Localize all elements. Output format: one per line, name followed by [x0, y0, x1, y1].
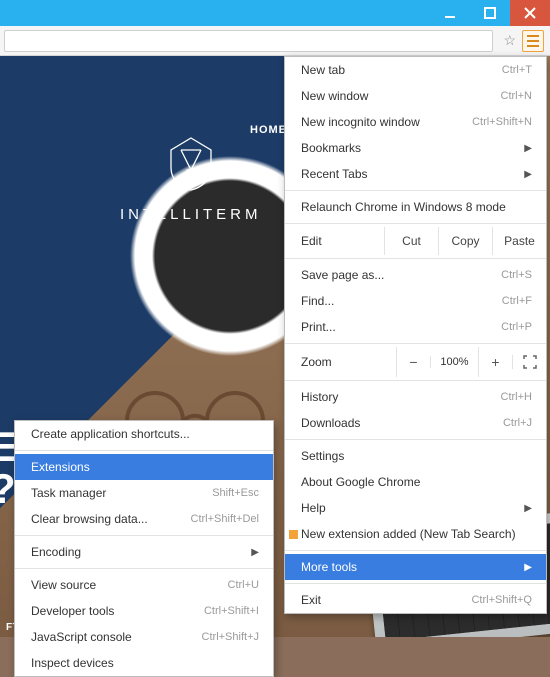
menu-history[interactable]: HistoryCtrl+H [285, 384, 546, 410]
menu-zoom-row: Zoom − 100% + [285, 347, 546, 377]
bookmark-star-icon[interactable]: ☆ [503, 32, 516, 49]
menu-more-tools[interactable]: More tools▶ [285, 554, 546, 580]
zoom-value: 100% [430, 356, 478, 368]
copy-button[interactable]: Copy [438, 227, 492, 255]
chevron-right-icon: ▶ [524, 562, 532, 573]
menu-recent-tabs[interactable]: Recent Tabs▶ [285, 161, 546, 187]
menu-new-extension-added[interactable]: New extension added (New Tab Search) [285, 521, 546, 547]
submenu-javascript-console[interactable]: JavaScript consoleCtrl+Shift+J [15, 624, 273, 650]
nav-home[interactable]: HOME [250, 124, 287, 136]
submenu-clear-browsing-data[interactable]: Clear browsing data...Ctrl+Shift+Del [15, 506, 273, 532]
menu-about[interactable]: About Google Chrome [285, 469, 546, 495]
menu-button[interactable] [522, 30, 544, 52]
menu-edit-row: Edit Cut Copy Paste [285, 227, 546, 255]
chevron-right-icon: ▶ [524, 169, 532, 180]
submenu-developer-tools[interactable]: Developer toolsCtrl+Shift+I [15, 598, 273, 624]
menu-downloads[interactable]: DownloadsCtrl+J [285, 410, 546, 436]
submenu-inspect-devices[interactable]: Inspect devices [15, 650, 273, 676]
maximize-button[interactable] [470, 0, 510, 26]
submenu-extensions[interactable]: Extensions [15, 454, 273, 480]
menu-bookmarks[interactable]: Bookmarks▶ [285, 135, 546, 161]
fullscreen-button[interactable] [512, 355, 546, 369]
address-bar[interactable] [4, 30, 493, 52]
menu-new-tab[interactable]: New tabCtrl+T [285, 57, 546, 83]
menu-save-page[interactable]: Save page as...Ctrl+S [285, 262, 546, 288]
submenu-encoding[interactable]: Encoding▶ [15, 539, 273, 565]
menu-help[interactable]: Help▶ [285, 495, 546, 521]
menu-incognito[interactable]: New incognito windowCtrl+Shift+N [285, 109, 546, 135]
menu-find[interactable]: Find...Ctrl+F [285, 288, 546, 314]
menu-settings[interactable]: Settings [285, 443, 546, 469]
chevron-right-icon: ▶ [524, 503, 532, 514]
zoom-in-button[interactable]: + [478, 347, 512, 377]
chevron-right-icon: ▶ [524, 143, 532, 154]
window-titlebar [0, 0, 550, 26]
more-tools-submenu: Create application shortcuts... Extensio… [14, 420, 274, 677]
menu-print[interactable]: Print...Ctrl+P [285, 314, 546, 340]
submenu-view-source[interactable]: View sourceCtrl+U [15, 572, 273, 598]
close-button[interactable] [510, 0, 550, 26]
chevron-right-icon: ▶ [251, 547, 259, 558]
menu-relaunch-win8[interactable]: Relaunch Chrome in Windows 8 mode [285, 194, 546, 220]
minimize-button[interactable] [430, 0, 470, 26]
paste-button[interactable]: Paste [492, 227, 546, 255]
edit-label: Edit [285, 227, 384, 255]
zoom-out-button[interactable]: − [396, 347, 430, 377]
submenu-task-manager[interactable]: Task managerShift+Esc [15, 480, 273, 506]
site-logo: INTELLITERM [120, 136, 262, 223]
menu-exit[interactable]: ExitCtrl+Shift+Q [285, 587, 546, 613]
menu-new-window[interactable]: New windowCtrl+N [285, 83, 546, 109]
chrome-main-menu: New tabCtrl+T New windowCtrl+N New incog… [284, 56, 547, 614]
browser-toolbar: ☆ [0, 26, 550, 56]
submenu-create-shortcuts[interactable]: Create application shortcuts... [15, 421, 273, 447]
zoom-label: Zoom [285, 355, 396, 369]
cut-button[interactable]: Cut [384, 227, 438, 255]
